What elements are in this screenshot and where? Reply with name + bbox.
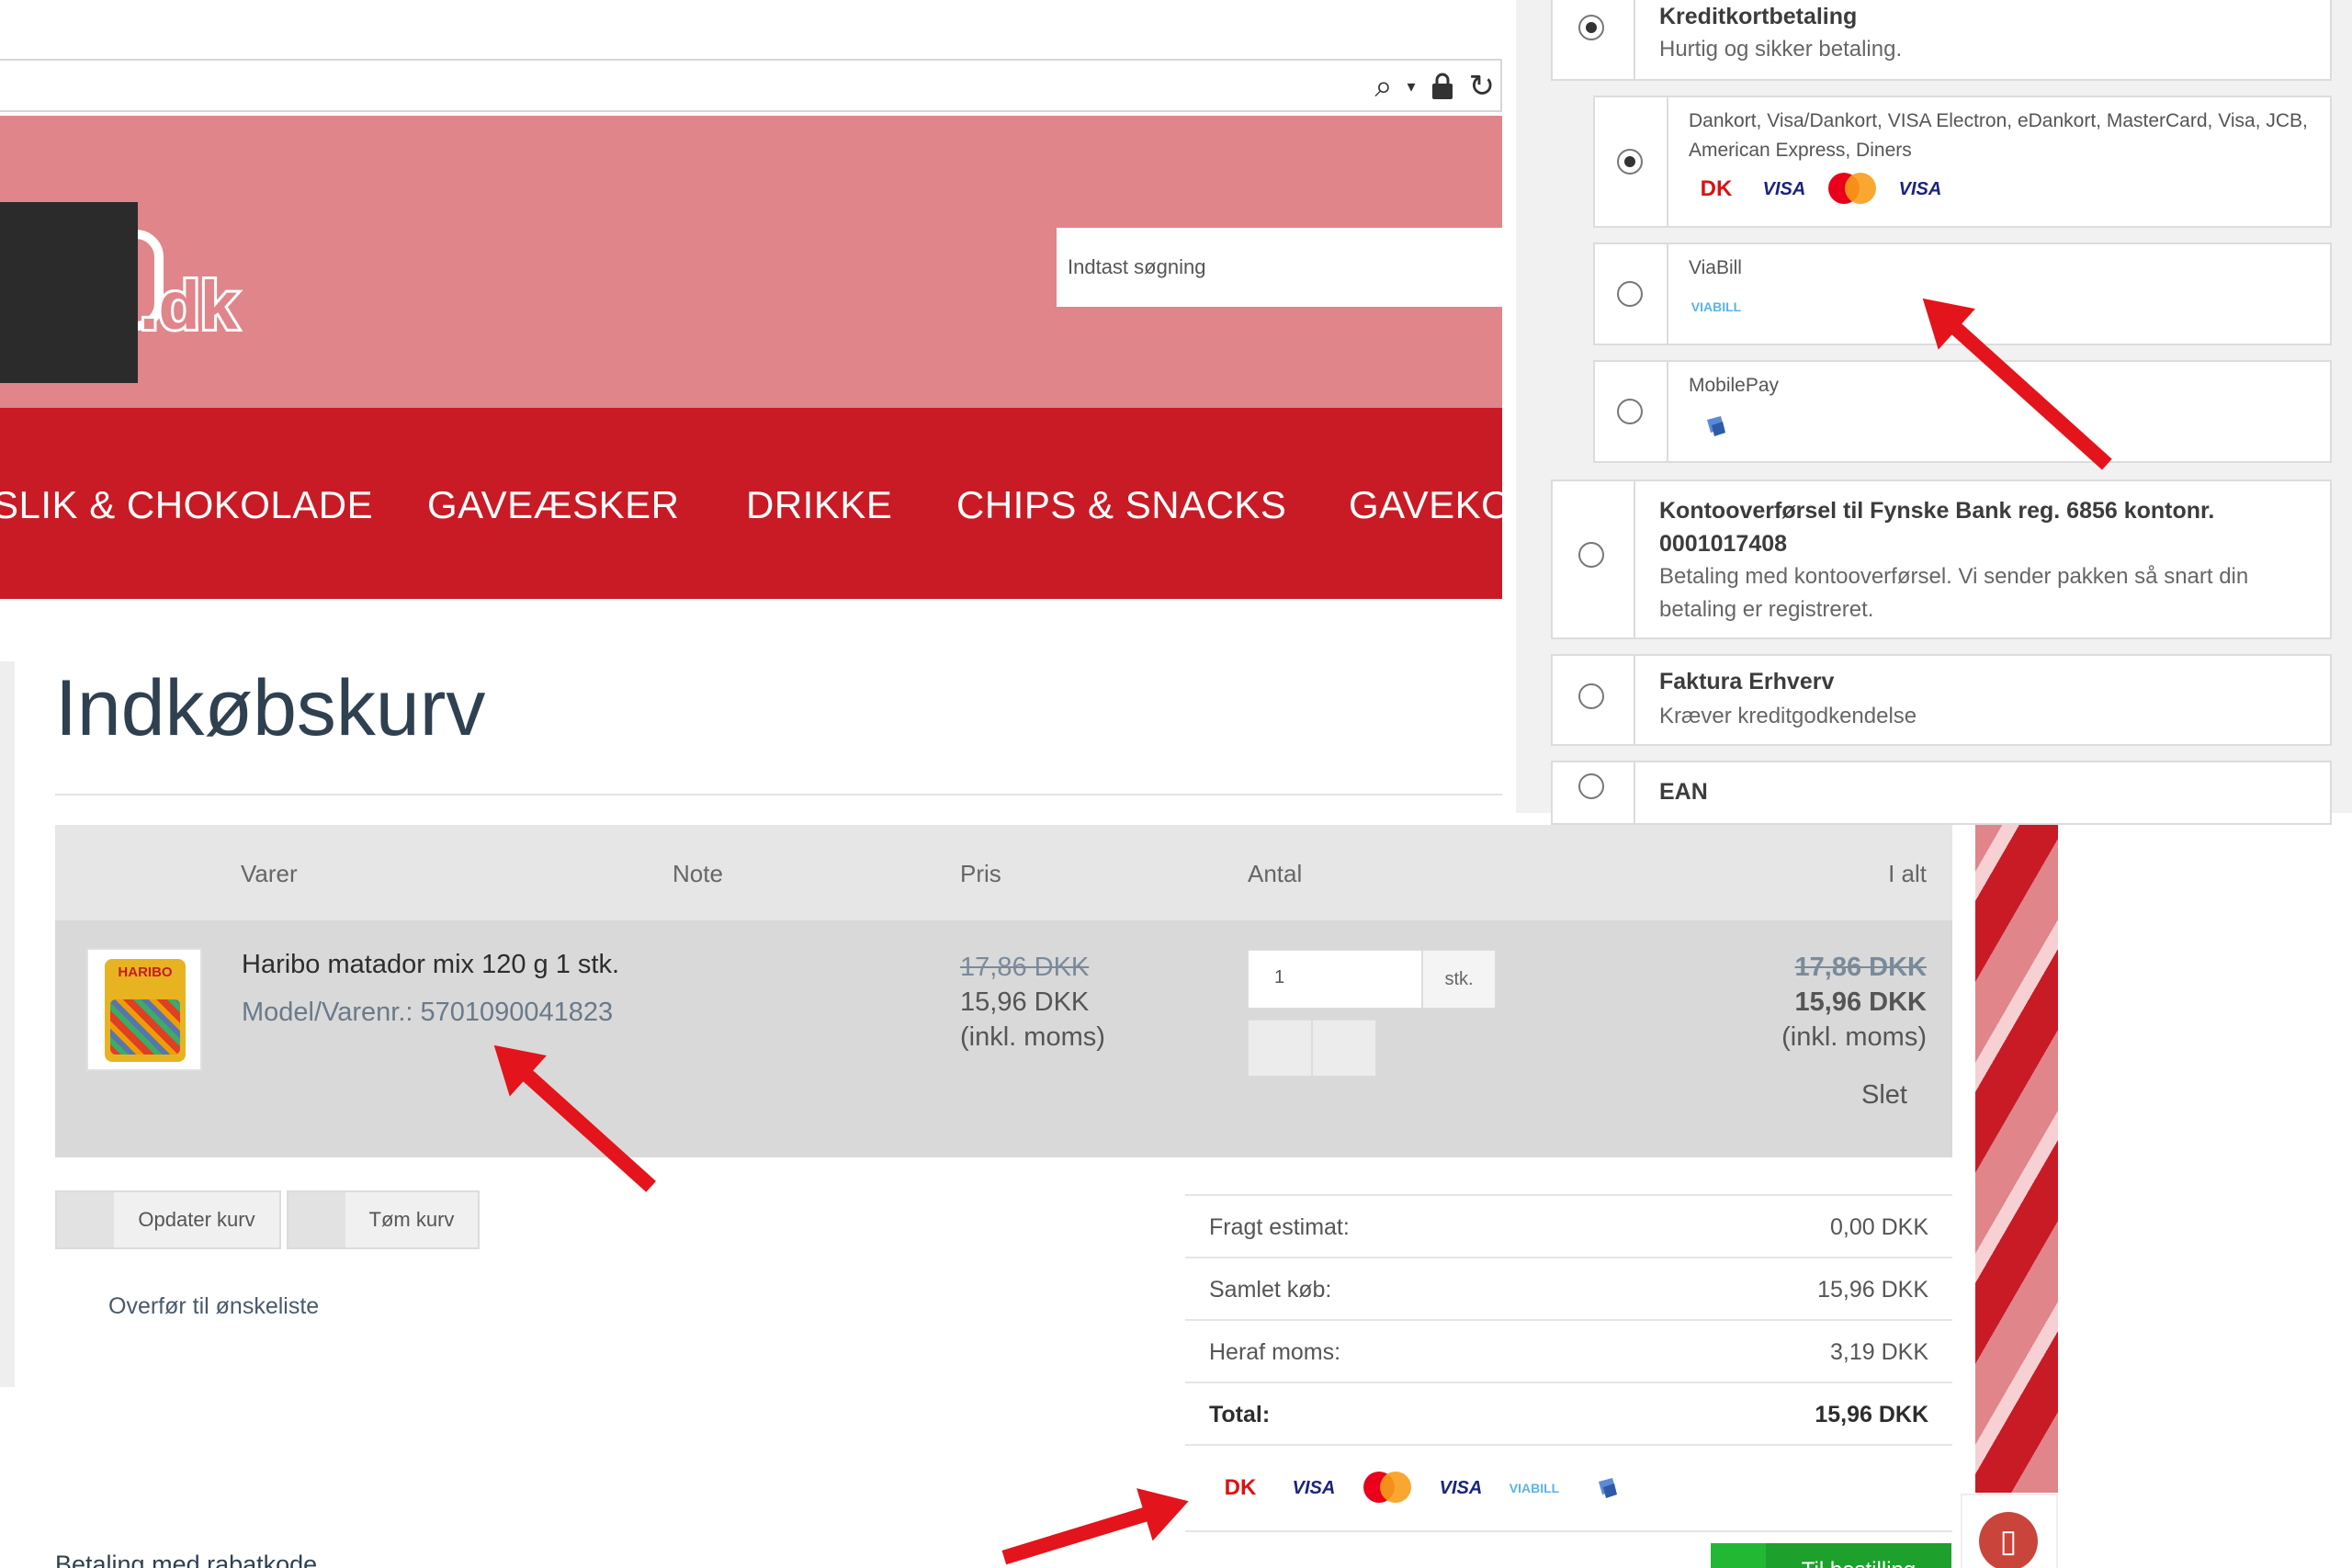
card-types-text: Dankort, Visa/Dankort, VISA Electron, eD… <box>1689 110 2308 161</box>
radio-invoice[interactable] <box>1578 683 1604 709</box>
payment-option-invoice[interactable]: Faktura Erhverv Kræver kreditgodkendelse <box>1551 654 2332 746</box>
visa-dankort-icon: VISA <box>1762 178 1806 199</box>
logo-text[interactable]: .dk <box>137 265 241 346</box>
product-model-number: Model/Varenr.: 5701090041823 <box>242 998 614 1027</box>
summary-row-total: Total: 15,96 DKK <box>1185 1382 1952 1444</box>
radio-mobilepay[interactable] <box>1617 399 1643 424</box>
nav-item-gaveaesker[interactable]: GAVEÆSKER <box>427 483 679 527</box>
payment-option-transfer[interactable]: Kontooverførsel til Fynske Bank reg. 685… <box>1551 479 2332 639</box>
quantity-input[interactable]: 1 <box>1248 950 1422 1009</box>
discount-code-label[interactable]: Betaling med rabatkode <box>55 1551 317 1568</box>
empty-cart-button[interactable]: Tøm kurv <box>287 1190 480 1249</box>
option-desc-transfer: Betaling med kontooverførsel. Vi sender … <box>1659 564 2249 622</box>
lock-icon <box>1430 73 1454 100</box>
wishlist-link[interactable]: Overfør til ønskeliste <box>108 1293 319 1320</box>
payment-option-card[interactable]: Kreditkortbetaling Hurtig og sikker beta… <box>1551 0 2332 81</box>
annotation-arrow-payment-icons <box>1001 1502 1165 1565</box>
option-title-invoice: Faktura Erhverv <box>1659 669 1835 694</box>
card-logos: DK VISA VISA <box>1689 171 1948 208</box>
search-box[interactable] <box>1057 228 1502 307</box>
payment-options-panel: Kreditkortbetaling Hurtig og sikker beta… <box>1516 0 2352 825</box>
mobilepay-icon <box>1580 1470 1635 1506</box>
option-title-card: Kreditkortbetaling <box>1659 4 1858 29</box>
nav-item-chips-snacks[interactable]: CHIPS & SNACKS <box>956 483 1286 527</box>
radio-card-types[interactable] <box>1617 149 1643 175</box>
mastercard-icon <box>1360 1470 1415 1506</box>
option-title-transfer: Kontooverførsel til Fynske Bank reg. 685… <box>1659 498 2215 557</box>
viabill-icon: VIABILL <box>1690 299 1742 314</box>
gift-icon: ▯ <box>1979 1512 2038 1568</box>
gift-widget[interactable]: ▯ <box>1961 1494 2058 1568</box>
left-edge-strip <box>0 661 15 1387</box>
search-input[interactable] <box>1057 228 1502 307</box>
payment-suboption-mobilepay[interactable]: MobilePay <box>1593 360 2332 463</box>
dankort-icon: DK <box>1700 176 1733 201</box>
redacted-logo-block <box>0 202 138 383</box>
dropdown-arrow-icon[interactable]: ▾ <box>1407 77 1415 96</box>
option-title-ean: EAN <box>1659 779 1708 805</box>
summary-row-vat: Heraf moms: 3,19 DKK <box>1185 1319 1952 1382</box>
checkout-button[interactable]: Til bestilling <box>1711 1543 1951 1568</box>
radio-ean[interactable] <box>1578 773 1604 799</box>
column-antal: Antal <box>1248 860 1303 887</box>
divider <box>55 794 1502 795</box>
viabill-label: ViaBill <box>1689 257 1742 278</box>
nav-item-slik-chokolade[interactable]: SLIK & CHOKOLADE <box>0 483 373 527</box>
column-pris: Pris <box>960 860 1001 887</box>
refresh-icon[interactable]: ↻ <box>1469 68 1496 105</box>
payment-option-ean[interactable]: EAN <box>1551 761 2332 825</box>
address-bar-icons: ⌕ ▾ ↻ <box>1374 66 1495 107</box>
column-i-alt: I alt <box>1888 860 1927 887</box>
candy-bag-image: HARIBO <box>105 959 186 1062</box>
radio-transfer[interactable] <box>1578 542 1604 568</box>
total-old-price: 17,86 DKK <box>1794 953 1927 982</box>
main-nav: SLIK & CHOKOLADE GAVEÆSKER DRIKKE CHIPS … <box>0 408 1502 599</box>
option-desc-invoice: Kræver kreditgodkendelse <box>1659 704 1917 728</box>
cart-table-header: Varer Note Pris Antal I alt <box>55 825 1952 920</box>
page-title: Indkøbskurv <box>55 664 486 752</box>
line-total: 17,86 DKK 15,96 DKK (inkl. moms) <box>1709 950 1927 1055</box>
visa-dankort-icon: VISA <box>1292 1477 1336 1498</box>
product-name[interactable]: Haribo matador mix 120 g 1 stk. <box>242 950 619 980</box>
nav-item-drikke[interactable]: DRIKKE <box>746 483 892 527</box>
visa-icon: VISA <box>1439 1477 1483 1498</box>
unit-price: 17,86 DKK 15,96 DKK (inkl. moms) <box>960 950 1105 1055</box>
column-varer: Varer <box>241 860 298 887</box>
mobilepay-label: MobilePay <box>1689 375 1780 396</box>
radio-viabill[interactable] <box>1617 281 1643 307</box>
radio-card[interactable] <box>1578 15 1604 40</box>
search-icon[interactable]: ⌕ <box>1374 69 1392 105</box>
vat-note: (inkl. moms) <box>960 1022 1105 1052</box>
total-price: 15,96 DKK <box>1794 987 1927 1017</box>
order-summary: Fragt estimat: 0,00 DKK Samlet køb: 15,9… <box>1185 1194 1952 1532</box>
dankort-icon: DK <box>1224 1475 1257 1500</box>
current-price: 15,96 DKK <box>960 987 1090 1017</box>
payment-suboption-cards[interactable]: Dankort, Visa/Dankort, VISA Electron, eD… <box>1593 96 2332 228</box>
column-note: Note <box>673 860 723 887</box>
visa-icon: VISA <box>1898 178 1942 199</box>
old-price: 17,86 DKK <box>960 953 1090 982</box>
option-desc-card: Hurtig og sikker betaling. <box>1659 37 1903 62</box>
quantity-decrease-button[interactable] <box>1248 1020 1312 1077</box>
product-image[interactable]: HARIBO <box>86 948 202 1071</box>
summary-row-shipping: Fragt estimat: 0,00 DKK <box>1185 1194 1952 1257</box>
summary-row-subtotal: Samlet køb: 15,96 DKK <box>1185 1257 1952 1319</box>
mobilepay-icon <box>1689 408 1744 445</box>
update-cart-button[interactable]: Opdater kurv <box>55 1190 281 1249</box>
browser-address-bar[interactable]: ⌕ ▾ ↻ <box>0 59 1502 112</box>
nav-item-gavekort[interactable]: GAVEKO <box>1349 483 1502 527</box>
quantity-increase-button[interactable] <box>1312 1020 1376 1077</box>
quantity-unit: stk. <box>1422 950 1496 1009</box>
delete-item-link[interactable]: Slet <box>1861 1080 1907 1111</box>
payment-icons-row: DK VISA VISA VIABILL <box>1185 1444 1952 1532</box>
viabill-icon: VIABILL <box>1509 1481 1560 1495</box>
decorative-candy-stripe <box>1975 813 2058 1493</box>
total-vat-note: (inkl. moms) <box>1781 1022 1927 1052</box>
mastercard-icon <box>1825 171 1880 208</box>
